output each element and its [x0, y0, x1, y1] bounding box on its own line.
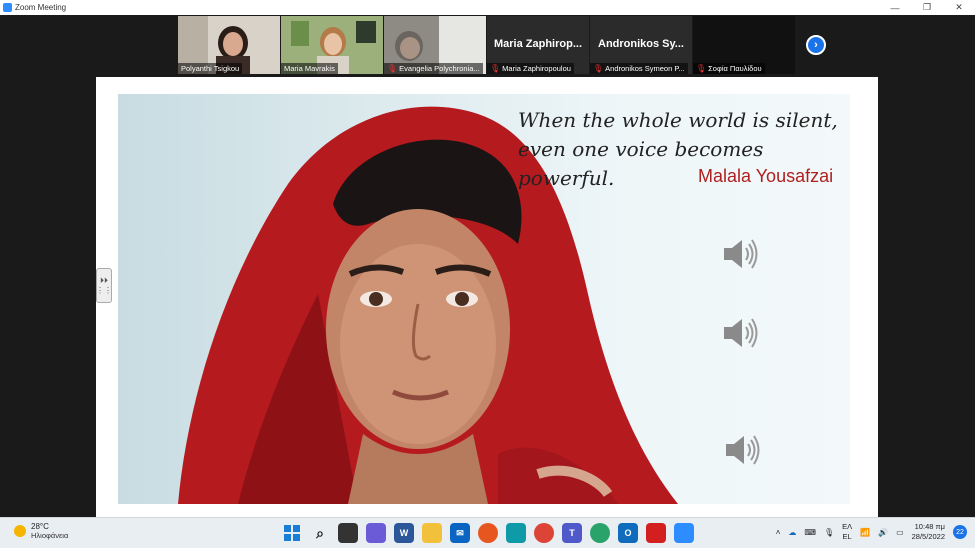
- task-view-icon[interactable]: [338, 523, 358, 543]
- audio-speaker-icon[interactable]: [722, 433, 762, 467]
- zoom-logo-icon: [3, 3, 12, 12]
- microphone-icon[interactable]: 🎙: [824, 528, 834, 537]
- participant-display-name: Andronikos Sy...: [598, 38, 684, 50]
- participant-name: 🎙 Evangelia Polychronia...: [384, 63, 483, 74]
- language-code: ΕΛ: [842, 522, 853, 531]
- participant-tile[interactable]: 🎙 Evangelia Polychronia...: [384, 16, 486, 74]
- notification-badge[interactable]: 22: [953, 525, 967, 539]
- audio-speaker-icon[interactable]: [720, 237, 760, 271]
- window-title: Zoom Meeting: [15, 3, 67, 12]
- presentation-slide: When the whole world is silent, even one…: [118, 94, 850, 504]
- word-icon[interactable]: W: [394, 523, 414, 543]
- mic-muted-icon: 🎙: [387, 64, 398, 73]
- audio-speaker-icon[interactable]: [720, 316, 760, 350]
- keyboard-icon[interactable]: ⌨: [804, 528, 816, 537]
- participant-name: 🎙 Andronikos Symeon P...: [590, 63, 688, 74]
- next-page-button[interactable]: ›: [806, 35, 826, 55]
- clock-time: 10:48 πμ: [914, 522, 945, 531]
- side-panel-handle[interactable]: ⏵⏵ ⋮⋮: [96, 268, 112, 303]
- participant-name: Maria Mavrakis: [281, 63, 338, 74]
- clock-date: 28/5/2022: [911, 532, 945, 541]
- language-indicator[interactable]: ΕΛ EL: [842, 522, 852, 542]
- windows-start-icon[interactable]: [282, 523, 302, 543]
- weather-temperature: 28°C: [31, 522, 49, 531]
- participant-name: Polyanthi Tsigkou: [178, 63, 243, 74]
- language-code: EL: [842, 532, 852, 541]
- grip-icon: ⋮⋮: [96, 285, 112, 295]
- edge-icon[interactable]: [590, 523, 610, 543]
- mic-muted-icon: 🎙: [490, 64, 501, 73]
- window-titlebar: Zoom Meeting — ❐ ✕: [0, 0, 975, 15]
- participant-name: 🎙 Σοφία Παυλίδου: [693, 63, 765, 74]
- participant-tile[interactable]: Maria Mavrakis: [281, 16, 383, 74]
- participant-tile[interactable]: 🎙 Σοφία Παυλίδου: [693, 16, 795, 74]
- participant-tile[interactable]: Maria Zaphirop... 🎙 Maria Zaphiropoulou: [487, 16, 589, 74]
- chat-icon[interactable]: [366, 523, 386, 543]
- weather-widget[interactable]: 28°C Ηλιοφάνεια: [14, 522, 68, 540]
- quote-line: When the whole world is silent,: [518, 108, 838, 132]
- participant-gallery: Polyanthi Tsigkou Maria Mavrakis 🎙 Evange…: [0, 15, 975, 77]
- battery-icon[interactable]: ▭: [896, 528, 904, 537]
- expand-icon: ⏵⏵: [100, 275, 108, 285]
- mic-muted-icon: 🎙: [696, 64, 707, 73]
- shared-screen: When the whole world is silent, even one…: [96, 77, 878, 517]
- wifi-icon[interactable]: 📶: [860, 528, 870, 537]
- chevron-up-icon[interactable]: ˄: [776, 528, 781, 537]
- chrome-icon[interactable]: [534, 523, 554, 543]
- teams-icon[interactable]: T: [562, 523, 582, 543]
- firefox-icon[interactable]: [478, 523, 498, 543]
- weather-condition: Ηλιοφάνεια: [31, 531, 69, 540]
- participant-name: 🎙 Maria Zaphiropoulou: [487, 63, 574, 74]
- participant-display-name: Maria Zaphirop...: [493, 38, 582, 50]
- mail-icon[interactable]: ✉: [450, 523, 470, 543]
- clock[interactable]: 10:48 πμ 28/5/2022: [912, 522, 945, 542]
- minimize-button[interactable]: —: [879, 0, 911, 15]
- mic-muted-icon: 🎙: [593, 64, 604, 73]
- file-explorer-icon[interactable]: [422, 523, 442, 543]
- sun-icon: [14, 525, 26, 537]
- taskbar: 28°C Ηλιοφάνεια ⌕ W ✉ T O ˄ ☁ ⌨ 🎙 ΕΛ EL …: [0, 517, 975, 548]
- search-icon[interactable]: ⌕: [310, 523, 330, 543]
- participant-tile[interactable]: Polyanthi Tsigkou: [178, 16, 280, 74]
- quote-author: Malala Yousafzai: [698, 166, 834, 186]
- close-button[interactable]: ✕: [943, 0, 975, 15]
- volume-icon[interactable]: 🔊: [878, 528, 888, 537]
- participant-tile[interactable]: Andronikos Sy... 🎙 Andronikos Symeon P...: [590, 16, 692, 74]
- outlook-icon[interactable]: O: [618, 523, 638, 543]
- taskbar-apps: ⌕ W ✉ T O: [282, 523, 694, 543]
- store-icon[interactable]: [506, 523, 526, 543]
- onedrive-icon[interactable]: ☁: [788, 528, 796, 537]
- restore-button[interactable]: ❐: [911, 0, 943, 15]
- zoom-app-icon[interactable]: [674, 523, 694, 543]
- system-tray: ˄ ☁ ⌨ 🎙 ΕΛ EL 📶 🔊 ▭ 10:48 πμ 28/5/2022 2…: [776, 522, 967, 542]
- pdf-reader-icon[interactable]: [646, 523, 666, 543]
